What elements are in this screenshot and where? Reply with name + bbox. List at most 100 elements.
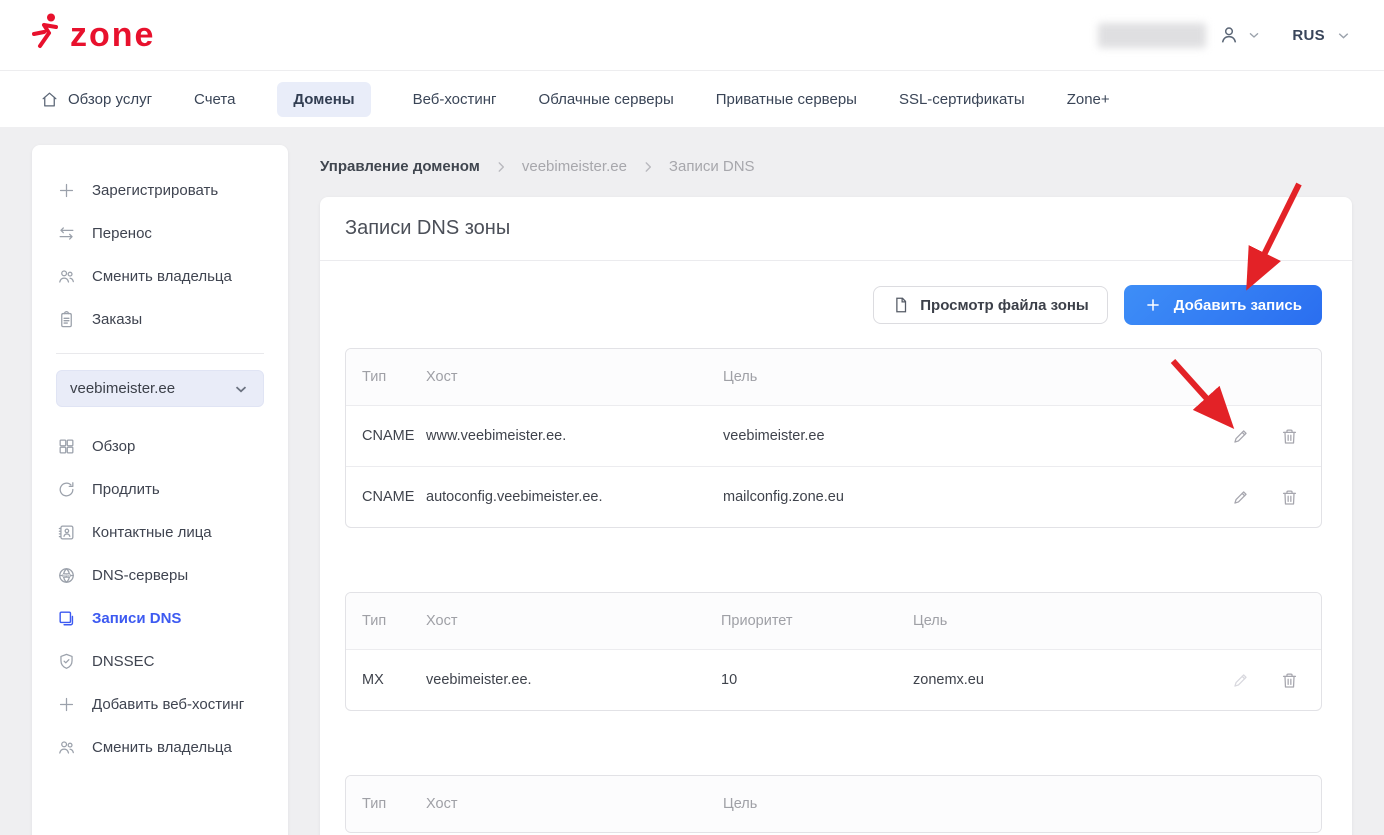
dns-records-icon (56, 609, 76, 628)
sidebar-item-label: Продлить (92, 481, 160, 498)
sidebar-item-label: Сменить владельца (92, 739, 232, 756)
delete-trash-icon[interactable] (1280, 671, 1299, 690)
column-header: Хост (426, 369, 723, 385)
toolbar: Просмотр файла зоны Добавить запись (873, 285, 1322, 325)
table-cell: veebimeister.ee. (426, 672, 721, 688)
nav-item-облачные-серверы[interactable]: Облачные серверы (539, 82, 674, 117)
breadcrumb-item: Записи DNS (669, 158, 755, 175)
people-icon (56, 267, 76, 286)
table-cell: MX (346, 672, 426, 688)
sidebar-item-dns-серверы[interactable]: DNSDNS-серверы (32, 554, 288, 597)
chevron-down-icon (232, 380, 250, 398)
sidebar-item-контактные-лица[interactable]: Контактные лица (32, 511, 288, 554)
sidebar-item-добавить-веб-хостинг[interactable]: Добавить веб-хостинг (32, 683, 288, 726)
chevron-down-icon (1335, 27, 1352, 44)
chevron-right-icon (494, 160, 508, 174)
grid-icon (56, 437, 76, 456)
plus-icon (56, 695, 76, 714)
nav-item-счета[interactable]: Счета (194, 82, 235, 117)
language-selector[interactable]: RUS (1292, 27, 1352, 44)
domain-selector-value: veebimeister.ee (70, 380, 175, 397)
person-icon (1218, 24, 1240, 46)
table-row: CNAMEwww.veebimeister.ee.veebimeister.ee (346, 405, 1321, 466)
nav-item-label: Домены (293, 91, 354, 108)
row-actions (1171, 427, 1321, 446)
refresh-icon (56, 480, 76, 499)
sidebar-item-продлить[interactable]: Продлить (32, 468, 288, 511)
home-icon (40, 90, 59, 109)
sidebar-item-заказы[interactable]: Заказы (32, 298, 288, 341)
sidebar-item-обзор[interactable]: Обзор (32, 425, 288, 468)
dns-records-table-1: ТипХостЦель CNAMEwww.veebimeister.ee.veeb… (345, 348, 1322, 528)
dns-records-table-3: ТипХостЦель (345, 775, 1322, 833)
edit-pencil-icon (1231, 671, 1250, 690)
sidebar-item-label: Добавить веб-хостинг (92, 696, 244, 713)
column-header: Цель (913, 613, 1171, 629)
document-icon (892, 296, 910, 314)
table-row: MXveebimeister.ee.10zonemx.eu (346, 649, 1321, 710)
delete-trash-icon[interactable] (1280, 427, 1299, 446)
view-zone-file-label: Просмотр файла зоны (920, 297, 1088, 314)
sidebar-item-сменить-владельца[interactable]: Сменить владельца (32, 255, 288, 298)
zone-wordmark: zone (70, 21, 155, 50)
zone-runner-icon (30, 12, 64, 50)
edit-pencil-icon[interactable] (1231, 488, 1250, 507)
sidebar-item-dnssec[interactable]: DNSSEC (32, 640, 288, 683)
nav-item-label: Приватные серверы (716, 91, 857, 108)
column-header: Цель (723, 796, 1171, 812)
top-header: zone RUS (0, 0, 1384, 70)
column-header: Тип (346, 369, 426, 385)
nav-item-label: Zone+ (1067, 91, 1110, 108)
domain-selector[interactable]: veebimeister.ee (56, 370, 264, 407)
table-cell: mailconfig.zone.eu (723, 489, 1171, 505)
page-title: Записи DNS зоны (345, 217, 1327, 240)
zone-logo[interactable]: zone (30, 12, 155, 50)
column-header: Тип (346, 796, 426, 812)
sidebar-item-label: Перенос (92, 225, 152, 242)
transfer-icon (56, 224, 76, 243)
nav-item-zone+[interactable]: Zone+ (1067, 82, 1110, 117)
nav-item-ssl-сертификаты[interactable]: SSL-сертификаты (899, 82, 1025, 117)
nav-item-домены[interactable]: Домены (277, 82, 370, 117)
sidebar-item-label: Обзор (92, 438, 135, 455)
nav-item-overview[interactable]: Обзор услуг (40, 81, 152, 118)
plus-icon (56, 181, 76, 200)
dns-records-panel: Записи DNS зоны Просмотр файла зоны Доба… (320, 197, 1352, 835)
table-cell: zonemx.eu (913, 672, 1171, 688)
nav-item-label: Обзор услуг (68, 91, 152, 108)
table-cell: 10 (721, 672, 913, 688)
nav-item-веб-хостинг[interactable]: Веб-хостинг (413, 82, 497, 117)
breadcrumb-item[interactable]: Управление доменом (320, 158, 480, 175)
clipboard-icon (56, 310, 76, 329)
row-actions (1171, 488, 1321, 507)
sidebar-top-items: Зарегистрировать Перенос Сменить владельца… (32, 169, 288, 341)
column-header: Приоритет (721, 613, 913, 629)
dns-records-table-2: ТипХостПриоритетЦельMXveebimeister.ee.10… (345, 592, 1322, 711)
user-account-name (1098, 23, 1206, 48)
nav-item-label: Веб-хостинг (413, 91, 497, 108)
sidebar-item-label: Записи DNS (92, 610, 181, 627)
sidebar-item-label: Заказы (92, 311, 142, 328)
sidebar-item-записи-dns[interactable]: Записи DNS (32, 597, 288, 640)
sidebar-item-зарегистрировать[interactable]: Зарегистрировать (32, 169, 288, 212)
sidebar-item-сменить-владельца[interactable]: Сменить владельца (32, 726, 288, 769)
chevron-right-icon (641, 160, 655, 174)
nav-item-label: Облачные серверы (539, 91, 674, 108)
breadcrumb-item: veebimeister.ee (522, 158, 627, 175)
sidebar-domain-items: Обзор Продлить Контактные лицаDNSDNS-серве… (32, 425, 288, 769)
row-actions (1171, 671, 1321, 690)
edit-pencil-icon[interactable] (1231, 427, 1250, 446)
sidebar-item-label: Сменить владельца (92, 268, 232, 285)
view-zone-file-button[interactable]: Просмотр файла зоны (873, 286, 1107, 324)
delete-trash-icon[interactable] (1280, 488, 1299, 507)
nav-item-приватные-серверы[interactable]: Приватные серверы (716, 82, 857, 117)
add-record-button[interactable]: Добавить запись (1124, 285, 1322, 325)
sidebar-item-перенос[interactable]: Перенос (32, 212, 288, 255)
table-cell: autoconfig.veebimeister.ee. (426, 489, 723, 505)
chevron-down-icon (1246, 27, 1262, 43)
add-record-label: Добавить запись (1174, 297, 1302, 314)
table-row: CNAMEautoconfig.veebimeister.ee.mailconf… (346, 466, 1321, 527)
column-header: Цель (723, 369, 1171, 385)
account-menu[interactable] (1218, 24, 1262, 46)
table-cell: www.veebimeister.ee. (426, 428, 723, 444)
